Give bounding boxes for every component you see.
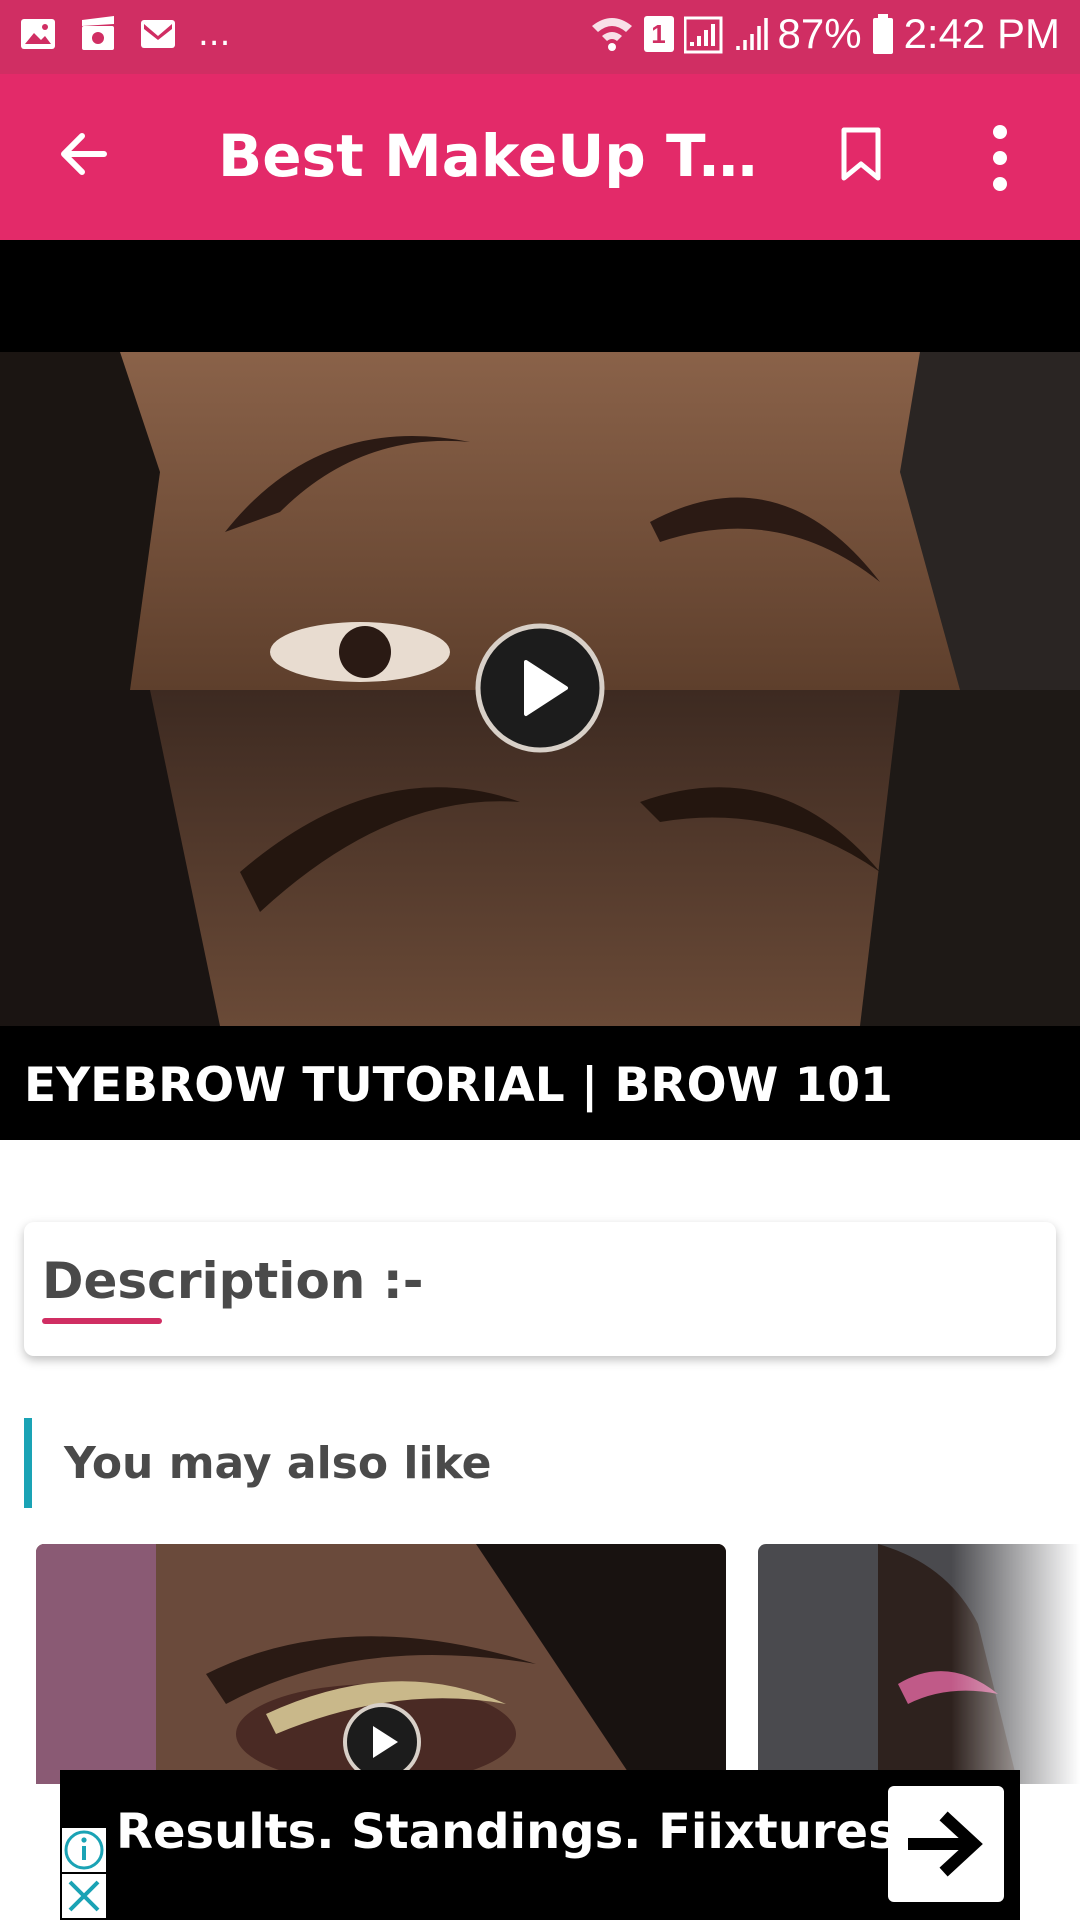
video-player[interactable]: EYEBROW TUTORIAL | BROW 101 xyxy=(0,240,1080,1140)
play-button[interactable] xyxy=(474,622,606,754)
related-video-card-2[interactable] xyxy=(758,1544,1080,1784)
battery-icon xyxy=(872,14,893,54)
description-card: Description :- xyxy=(24,1222,1056,1356)
status-bar: ... 1 87% 2:42 PM xyxy=(0,0,1080,74)
back-arrow-icon[interactable] xyxy=(54,124,124,194)
ad-info-icon[interactable] xyxy=(62,1828,106,1872)
app-bar: Best MakeUp Tu... xyxy=(0,74,1080,240)
ad-close-icon[interactable] xyxy=(62,1874,106,1918)
wifi-icon xyxy=(591,18,632,51)
related-heading: You may also like xyxy=(64,1438,492,1489)
image-icon xyxy=(18,14,58,54)
ad-banner[interactable]: Results. Standings. Fiixtures xyxy=(60,1770,1020,1920)
video-title: EYEBROW TUTORIAL | BROW 101 xyxy=(24,1058,893,1113)
system-status: 1 87% 2:42 PM xyxy=(590,10,1060,58)
gmail-icon xyxy=(138,14,178,54)
sim-slot-badge: 1 xyxy=(643,16,674,52)
ad-headline: Results. Standings. Fiixtures xyxy=(116,1804,897,1860)
description-label: Description :- xyxy=(42,1252,424,1310)
description-underline xyxy=(42,1318,162,1324)
clock: 2:42 PM xyxy=(903,10,1060,57)
notification-icons: ... xyxy=(18,14,230,54)
signal-icon-2 xyxy=(735,18,768,50)
more-notifications-indicator: ... xyxy=(198,14,231,54)
battery-percentage: 87% xyxy=(777,10,862,57)
page-title: Best MakeUp Tu... xyxy=(218,122,778,190)
more-vert-icon[interactable] xyxy=(980,120,1036,200)
section-accent-bar xyxy=(24,1418,32,1508)
bookmark-icon[interactable] xyxy=(836,124,892,194)
signal-icon xyxy=(683,16,723,54)
arrow-right-icon[interactable] xyxy=(888,1786,1004,1902)
video-icon xyxy=(78,14,118,54)
